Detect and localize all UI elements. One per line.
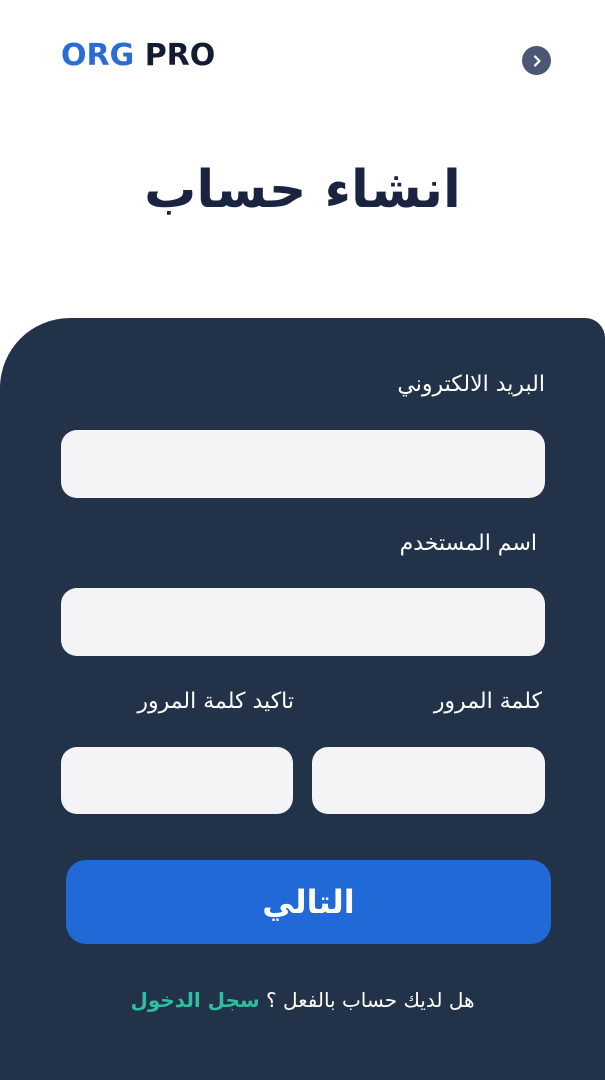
confirm-password-field[interactable] bbox=[61, 747, 293, 814]
app-logo: ORG PRO bbox=[61, 36, 215, 76]
chevron-right-icon bbox=[530, 54, 544, 68]
back-button[interactable] bbox=[522, 46, 551, 75]
email-label: البريد الالكتروني bbox=[397, 372, 545, 397]
login-question: هل لديك حساب بالفعل ؟ bbox=[265, 988, 475, 1012]
password-label: كلمة المرور bbox=[433, 689, 542, 714]
logo-org: ORG bbox=[61, 38, 135, 73]
logo-pro: PRO bbox=[144, 38, 216, 73]
signup-screen: ORG PRO انشاء حساب البريد الالكتروني اسم… bbox=[0, 0, 605, 1080]
password-field[interactable] bbox=[312, 747, 545, 814]
page-title: انشاء حساب bbox=[144, 160, 461, 220]
confirm-password-label: تاكيد كلمة المرور bbox=[137, 689, 294, 714]
username-label: اسم المستخدم bbox=[399, 531, 537, 556]
username-field[interactable] bbox=[61, 588, 545, 656]
next-button[interactable]: التالي bbox=[66, 860, 551, 944]
email-field[interactable] bbox=[61, 430, 545, 498]
login-prompt: هل لديك حساب بالفعل ؟ سجل الدخول bbox=[0, 984, 605, 1016]
login-link[interactable]: سجل الدخول bbox=[130, 988, 259, 1012]
